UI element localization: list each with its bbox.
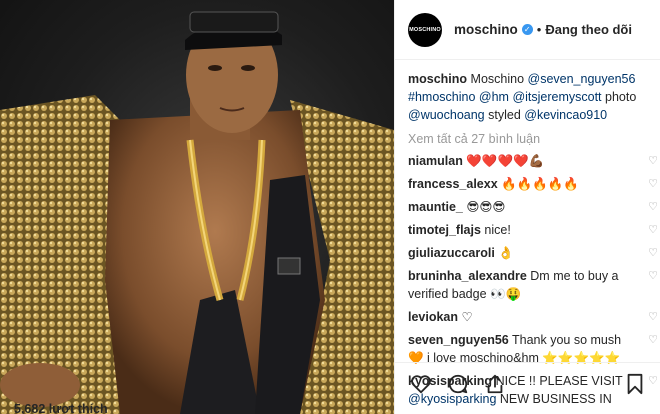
- comment-row: giuliazuccaroli 👌 ♡: [408, 244, 658, 262]
- comment-like-heart-icon[interactable]: ♡: [647, 247, 659, 259]
- caption-mention-link[interactable]: @seven_nguyen56: [528, 72, 636, 86]
- comment-row: mauntie_ 😎😎😎 ♡: [408, 198, 658, 216]
- comment-row: francess_alexx 🔥🔥🔥🔥🔥 ♡: [408, 175, 658, 193]
- action-bar: [395, 362, 660, 404]
- comment-text: nice!: [484, 223, 511, 237]
- comment-row: timotej_flajs nice! ♡: [408, 221, 658, 239]
- post-header: MOSCHINO moschino ✓ • Đang theo dõi: [395, 0, 660, 60]
- comment-text: 😎😎😎: [466, 200, 506, 214]
- comment-like-heart-icon[interactable]: ♡: [647, 201, 659, 213]
- comment-like-heart-icon[interactable]: ♡: [647, 178, 659, 190]
- verified-badge-icon: ✓: [521, 24, 533, 35]
- header-separator: •: [536, 22, 542, 37]
- view-all-comments-link[interactable]: Xem tất cả 27 bình luận: [408, 130, 653, 148]
- caption-username[interactable]: moschino: [408, 72, 467, 86]
- post-photo-illustration: [0, 11, 394, 414]
- caption-mention-link[interactable]: @kevincao910: [524, 108, 607, 122]
- caption-mention-link[interactable]: @itsjeremyscott: [512, 90, 601, 104]
- post-photo[interactable]: [0, 0, 394, 414]
- comment-text: 🔥🔥🔥🔥🔥: [501, 177, 579, 191]
- comment-username[interactable]: niamulan: [408, 154, 463, 168]
- comment-like-heart-icon[interactable]: ♡: [647, 155, 659, 167]
- share-icon[interactable]: [483, 372, 507, 396]
- comment-text: ❤️❤️❤️❤️💪🏾: [466, 154, 545, 168]
- comment-icon[interactable]: [446, 372, 470, 396]
- comment-username[interactable]: giuliazuccaroli: [408, 246, 495, 260]
- header-username[interactable]: moschino: [454, 22, 518, 37]
- caption-fragment: Moschino: [470, 72, 528, 86]
- caption-fragment: photo: [601, 90, 637, 104]
- comment-username[interactable]: bruninha_alexandre: [408, 269, 527, 283]
- caption-fragment: styled: [484, 108, 525, 122]
- comment-text: 👌: [498, 246, 514, 260]
- comment-row: niamulan ❤️❤️❤️❤️💪🏾 ♡: [408, 152, 658, 170]
- comment-like-heart-icon[interactable]: ♡: [647, 224, 659, 236]
- comment-username[interactable]: mauntie_: [408, 200, 463, 214]
- post-side-panel: MOSCHINO moschino ✓ • Đang theo dõi mosc…: [394, 0, 660, 414]
- comment-like-heart-icon[interactable]: ♡: [647, 270, 659, 282]
- comment-username[interactable]: francess_alexx: [408, 177, 498, 191]
- heart-outline-icon[interactable]: [409, 372, 433, 396]
- post-caption: moschino Moschino @seven_nguyen56 #hmosc…: [408, 70, 653, 124]
- bookmark-icon[interactable]: [623, 372, 647, 396]
- comment-row: leviokan ♡ ♡: [408, 308, 658, 326]
- comment-username[interactable]: seven_nguyen56: [408, 333, 509, 347]
- caption-mention-link[interactable]: @wuochoang: [408, 108, 485, 122]
- comment-username[interactable]: timotej_flajs: [408, 223, 481, 237]
- comment-like-heart-icon[interactable]: ♡: [647, 334, 659, 346]
- comment-text: ♡: [461, 310, 473, 324]
- likes-count[interactable]: 5,682 lượt thích: [14, 402, 108, 414]
- avatar[interactable]: MOSCHINO: [408, 12, 442, 47]
- caption-mention-link[interactable]: #hmoschino: [408, 90, 475, 104]
- caption-mention-link[interactable]: @hm: [479, 90, 509, 104]
- following-button[interactable]: Đang theo dõi: [545, 22, 632, 37]
- comment-like-heart-icon[interactable]: ♡: [647, 311, 659, 323]
- comment-username[interactable]: leviokan: [408, 310, 458, 324]
- comment-row: bruninha_alexandre Dm me to buy a verifi…: [408, 267, 658, 303]
